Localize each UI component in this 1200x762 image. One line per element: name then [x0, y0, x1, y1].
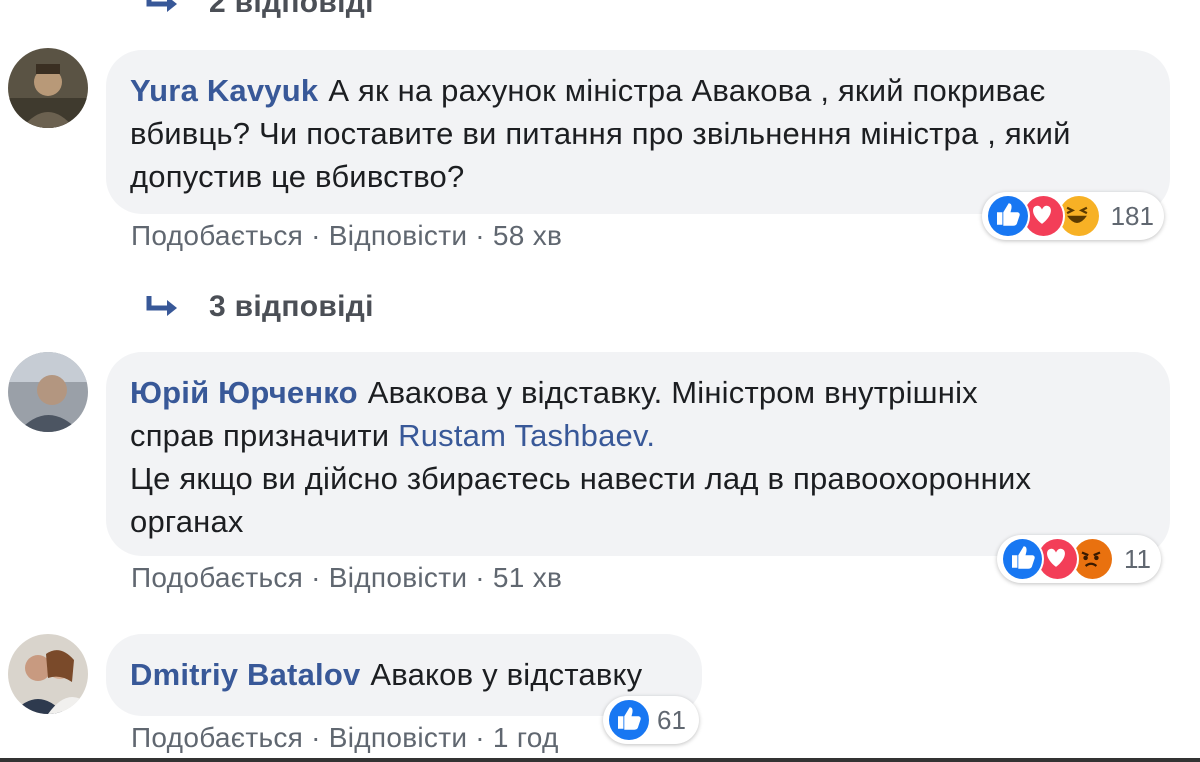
comment-author[interactable]: Yura Kavyuk	[130, 73, 318, 108]
like-link[interactable]: Подобається	[131, 562, 303, 594]
comment-bubble: Юрій Юрченко Авакова у відставку. Міністр…	[106, 352, 1170, 556]
comment-author[interactable]: Юрій Юрченко	[130, 375, 358, 410]
comment-text: органах	[130, 504, 244, 539]
comment-text: справ призначити	[130, 418, 390, 453]
comment-actions: Подобається · Відповісти · 51 хв	[131, 562, 562, 594]
comment-actions: Подобається · Відповісти · 1 год	[131, 722, 559, 754]
comment-text: Авакова у відставку. Міністром внутрішні…	[367, 375, 978, 410]
reply-link[interactable]: Відповісти	[329, 220, 468, 252]
avatar[interactable]	[8, 352, 88, 432]
screenshot-bottom-border	[0, 758, 1200, 762]
reactions-summary[interactable]: 181	[982, 192, 1164, 240]
view-replies-link[interactable]: 2 відповіді	[143, 0, 374, 20]
timestamp[interactable]: 1 год	[493, 722, 559, 754]
avatar[interactable]	[8, 634, 88, 714]
reply-link[interactable]: Відповісти	[329, 722, 468, 754]
separator: ·	[311, 562, 321, 593]
separator: ·	[311, 722, 321, 753]
avatar-photo	[8, 634, 88, 714]
comment-text: Аваков у відставку	[370, 657, 643, 692]
avatar[interactable]	[8, 48, 88, 128]
reactions-summary[interactable]: 11	[997, 535, 1161, 583]
timestamp[interactable]: 51 хв	[493, 562, 562, 594]
view-replies-label: 2 відповіді	[209, 0, 374, 19]
like-reaction-icon	[1001, 537, 1044, 581]
like-reaction-icon	[607, 698, 651, 742]
reply-arrow-icon	[146, 296, 177, 316]
view-replies-label: 3 відповіді	[209, 290, 374, 323]
avatar-photo	[8, 352, 88, 432]
avatar-photo	[8, 48, 88, 128]
separator: ·	[311, 220, 321, 251]
separator: ·	[475, 562, 485, 593]
comment-actions: Подобається · Відповісти · 58 хв	[131, 220, 562, 252]
reply-link[interactable]: Відповісти	[329, 562, 468, 594]
reaction-count: 61	[657, 704, 686, 735]
comment-author[interactable]: Dmitriy Batalov	[130, 657, 360, 692]
like-link[interactable]: Подобається	[131, 220, 303, 252]
timestamp[interactable]: 58 хв	[493, 220, 562, 252]
comment-bubble: Yura Kavyuk А як на рахунок міністра Авак…	[106, 50, 1170, 214]
reaction-count: 11	[1124, 543, 1151, 574]
separator: ·	[475, 220, 485, 251]
reactions-summary[interactable]: 61	[603, 696, 699, 744]
like-reaction-icon	[986, 194, 1030, 238]
view-replies-link[interactable]: 3 відповіді	[143, 290, 374, 324]
mention-link[interactable]: Rustam Tashbaev.	[398, 418, 655, 453]
reply-arrow-icon	[146, 0, 177, 12]
separator: ·	[475, 722, 485, 753]
like-link[interactable]: Подобається	[131, 722, 303, 754]
reaction-count: 181	[1110, 200, 1154, 231]
comment-text: Це якщо ви дійсно збираєтесь навести лад…	[130, 461, 1032, 496]
